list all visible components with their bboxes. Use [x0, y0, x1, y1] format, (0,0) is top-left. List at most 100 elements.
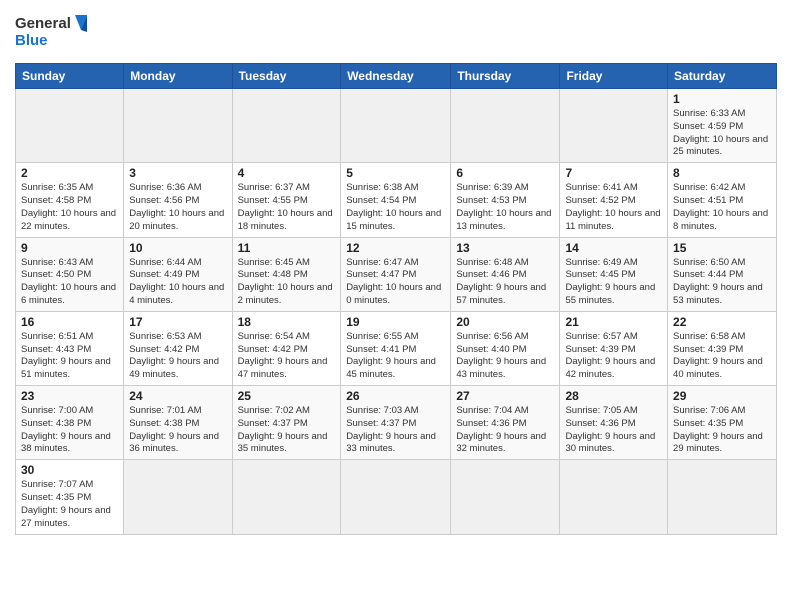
- day-info: Sunrise: 6:48 AM Sunset: 4:46 PM Dayligh…: [456, 257, 554, 308]
- day-number: 27: [456, 389, 554, 403]
- day-number: 13: [456, 241, 554, 255]
- svg-text:Blue: Blue: [15, 32, 48, 49]
- calendar-cell: 3Sunrise: 6:36 AM Sunset: 4:56 PM Daylig…: [124, 163, 232, 237]
- day-info: Sunrise: 6:41 AM Sunset: 4:52 PM Dayligh…: [565, 182, 662, 233]
- calendar-cell: [560, 89, 668, 163]
- day-number: 9: [21, 241, 118, 255]
- week-row-0: 1 Sunrise: 6:33 AM Sunset: 4:59 PM Daylig…: [16, 89, 777, 163]
- calendar-cell: 6 Sunrise: 6:39 AM Sunset: 4:53 PM Daylig…: [451, 163, 560, 237]
- day-info: Sunrise: 6:39 AM Sunset: 4:53 PM Dayligh…: [456, 182, 554, 233]
- day-info: Sunrise: 7:01 AM Sunset: 4:38 PM Dayligh…: [129, 405, 226, 456]
- day-info: Sunrise: 6:37 AM Sunset: 4:55 PM Dayligh…: [238, 182, 336, 233]
- calendar-cell: 27 Sunrise: 7:04 AM Sunset: 4:36 PM Dayli…: [451, 386, 560, 460]
- day-info: Sunrise: 6:55 AM Sunset: 4:41 PM Dayligh…: [346, 331, 445, 382]
- day-info: Sunrise: 7:03 AM Sunset: 4:37 PM Dayligh…: [346, 405, 445, 456]
- day-number: 7: [565, 166, 662, 180]
- calendar-cell: [232, 460, 341, 534]
- week-row-3: 16 Sunrise: 6:51 AM Sunset: 4:43 PM Dayli…: [16, 311, 777, 385]
- weekday-header-monday: Monday: [124, 64, 232, 89]
- day-number: 15: [673, 241, 771, 255]
- day-number: 19: [346, 315, 445, 329]
- calendar-cell: 26 Sunrise: 7:03 AM Sunset: 4:37 PM Dayli…: [341, 386, 451, 460]
- day-info: Sunrise: 7:06 AM Sunset: 4:35 PM Dayligh…: [673, 405, 771, 456]
- weekday-header-row: SundayMondayTuesdayWednesdayThursdayFrid…: [16, 64, 777, 89]
- calendar-cell: [451, 89, 560, 163]
- calendar-cell: [451, 460, 560, 534]
- week-row-4: 23Sunrise: 7:00 AM Sunset: 4:38 PM Dayli…: [16, 386, 777, 460]
- calendar-cell: [341, 89, 451, 163]
- day-number: 29: [673, 389, 771, 403]
- day-number: 17: [129, 315, 226, 329]
- calendar-cell: 2 Sunrise: 6:35 AM Sunset: 4:58 PM Daylig…: [16, 163, 124, 237]
- weekday-header-friday: Friday: [560, 64, 668, 89]
- calendar-cell: 13 Sunrise: 6:48 AM Sunset: 4:46 PM Dayli…: [451, 237, 560, 311]
- day-number: 14: [565, 241, 662, 255]
- day-info: Sunrise: 6:50 AM Sunset: 4:44 PM Dayligh…: [673, 257, 771, 308]
- day-number: 16: [21, 315, 118, 329]
- day-number: 24: [129, 389, 226, 403]
- day-number: 22: [673, 315, 771, 329]
- day-number: 6: [456, 166, 554, 180]
- day-info: Sunrise: 6:42 AM Sunset: 4:51 PM Dayligh…: [673, 182, 771, 233]
- day-info: Sunrise: 6:45 AM Sunset: 4:48 PM Dayligh…: [238, 257, 336, 308]
- day-number: 20: [456, 315, 554, 329]
- week-row-2: 9 Sunrise: 6:43 AM Sunset: 4:50 PM Daylig…: [16, 237, 777, 311]
- calendar-cell: 4 Sunrise: 6:37 AM Sunset: 4:55 PM Daylig…: [232, 163, 341, 237]
- day-info: Sunrise: 6:51 AM Sunset: 4:43 PM Dayligh…: [21, 331, 118, 382]
- calendar-cell: 23Sunrise: 7:00 AM Sunset: 4:38 PM Dayli…: [16, 386, 124, 460]
- weekday-header-sunday: Sunday: [16, 64, 124, 89]
- day-info: Sunrise: 6:33 AM Sunset: 4:59 PM Dayligh…: [673, 108, 771, 159]
- day-number: 4: [238, 166, 336, 180]
- calendar-cell: 16 Sunrise: 6:51 AM Sunset: 4:43 PM Dayli…: [16, 311, 124, 385]
- calendar-cell: 29 Sunrise: 7:06 AM Sunset: 4:35 PM Dayli…: [668, 386, 777, 460]
- calendar-cell: 24 Sunrise: 7:01 AM Sunset: 4:38 PM Dayli…: [124, 386, 232, 460]
- calendar-cell: 20 Sunrise: 6:56 AM Sunset: 4:40 PM Dayli…: [451, 311, 560, 385]
- day-number: 25: [238, 389, 336, 403]
- svg-text:General: General: [15, 15, 71, 32]
- calendar-cell: 25 Sunrise: 7:02 AM Sunset: 4:37 PM Dayli…: [232, 386, 341, 460]
- calendar-cell: [560, 460, 668, 534]
- weekday-header-thursday: Thursday: [451, 64, 560, 89]
- day-info: Sunrise: 6:58 AM Sunset: 4:39 PM Dayligh…: [673, 331, 771, 382]
- calendar-cell: 19 Sunrise: 6:55 AM Sunset: 4:41 PM Dayli…: [341, 311, 451, 385]
- weekday-header-wednesday: Wednesday: [341, 64, 451, 89]
- day-info: Sunrise: 6:57 AM Sunset: 4:39 PM Dayligh…: [565, 331, 662, 382]
- day-number: 26: [346, 389, 445, 403]
- day-info: Sunrise: 6:56 AM Sunset: 4:40 PM Dayligh…: [456, 331, 554, 382]
- calendar: SundayMondayTuesdayWednesdayThursdayFrid…: [15, 63, 777, 535]
- day-info: Sunrise: 7:05 AM Sunset: 4:36 PM Dayligh…: [565, 405, 662, 456]
- calendar-cell: 14Sunrise: 6:49 AM Sunset: 4:45 PM Dayli…: [560, 237, 668, 311]
- day-info: Sunrise: 6:43 AM Sunset: 4:50 PM Dayligh…: [21, 257, 118, 308]
- calendar-cell: [124, 89, 232, 163]
- day-info: Sunrise: 7:07 AM Sunset: 4:35 PM Dayligh…: [21, 479, 118, 530]
- day-number: 5: [346, 166, 445, 180]
- day-info: Sunrise: 6:38 AM Sunset: 4:54 PM Dayligh…: [346, 182, 445, 233]
- calendar-cell: 5 Sunrise: 6:38 AM Sunset: 4:54 PM Daylig…: [341, 163, 451, 237]
- calendar-cell: 11 Sunrise: 6:45 AM Sunset: 4:48 PM Dayli…: [232, 237, 341, 311]
- day-info: Sunrise: 7:02 AM Sunset: 4:37 PM Dayligh…: [238, 405, 336, 456]
- day-number: 1: [673, 92, 771, 106]
- day-info: Sunrise: 7:00 AM Sunset: 4:38 PM Dayligh…: [21, 405, 118, 456]
- day-number: 12: [346, 241, 445, 255]
- calendar-cell: 7 Sunrise: 6:41 AM Sunset: 4:52 PM Daylig…: [560, 163, 668, 237]
- day-info: Sunrise: 6:35 AM Sunset: 4:58 PM Dayligh…: [21, 182, 118, 233]
- day-info: Sunrise: 6:54 AM Sunset: 4:42 PM Dayligh…: [238, 331, 336, 382]
- day-info: Sunrise: 6:36 AM Sunset: 4:56 PM Dayligh…: [129, 182, 226, 233]
- day-number: 10: [129, 241, 226, 255]
- calendar-cell: 1 Sunrise: 6:33 AM Sunset: 4:59 PM Daylig…: [668, 89, 777, 163]
- calendar-cell: 15 Sunrise: 6:50 AM Sunset: 4:44 PM Dayli…: [668, 237, 777, 311]
- day-number: 21: [565, 315, 662, 329]
- week-row-1: 2 Sunrise: 6:35 AM Sunset: 4:58 PM Daylig…: [16, 163, 777, 237]
- logo-svg: GeneralBlue: [15, 10, 95, 55]
- day-info: Sunrise: 6:53 AM Sunset: 4:42 PM Dayligh…: [129, 331, 226, 382]
- day-number: 8: [673, 166, 771, 180]
- calendar-cell: 10Sunrise: 6:44 AM Sunset: 4:49 PM Dayli…: [124, 237, 232, 311]
- day-number: 2: [21, 166, 118, 180]
- calendar-cell: 12 Sunrise: 6:47 AM Sunset: 4:47 PM Dayli…: [341, 237, 451, 311]
- day-info: Sunrise: 7:04 AM Sunset: 4:36 PM Dayligh…: [456, 405, 554, 456]
- day-number: 11: [238, 241, 336, 255]
- calendar-cell: 30Sunrise: 7:07 AM Sunset: 4:35 PM Dayli…: [16, 460, 124, 534]
- calendar-cell: 22 Sunrise: 6:58 AM Sunset: 4:39 PM Dayli…: [668, 311, 777, 385]
- day-info: Sunrise: 6:47 AM Sunset: 4:47 PM Dayligh…: [346, 257, 445, 308]
- calendar-cell: 18Sunrise: 6:54 AM Sunset: 4:42 PM Dayli…: [232, 311, 341, 385]
